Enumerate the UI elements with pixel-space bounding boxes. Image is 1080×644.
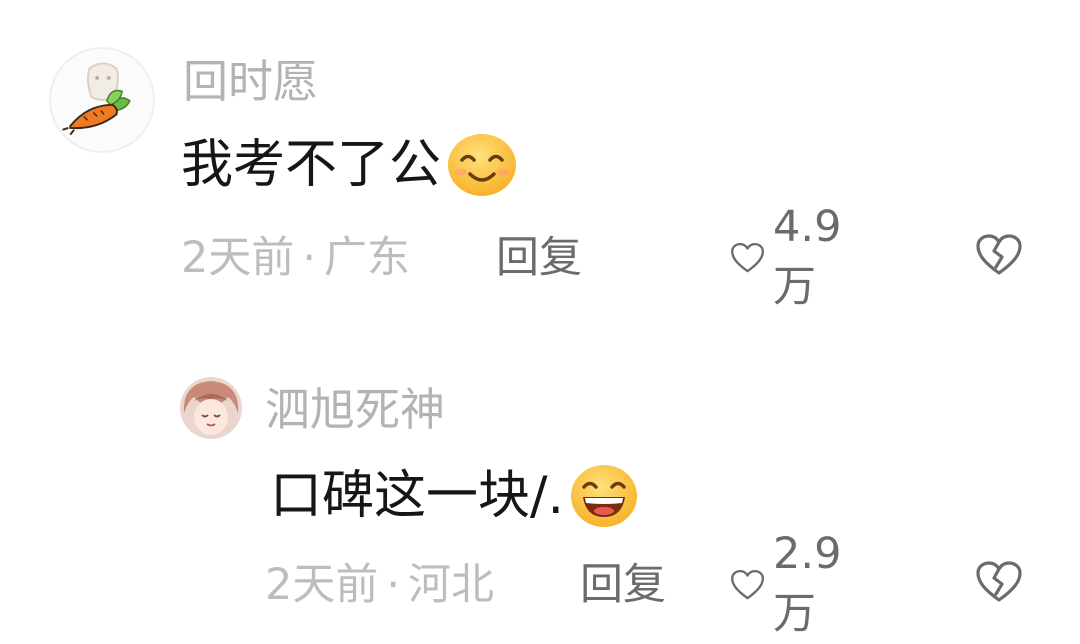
carrot-avatar-image: [51, 49, 153, 151]
timestamp: 2天前: [181, 233, 295, 283]
separator: ·: [386, 560, 401, 610]
timestamp: 2天前: [265, 560, 379, 610]
comment-meta: 2天前 · 广东: [181, 230, 410, 286]
broken-heart-icon: [976, 561, 1022, 602]
avatar[interactable]: [180, 377, 242, 439]
anime-character-avatar-image: [180, 377, 242, 439]
grinning-face-emoji-icon: [568, 463, 640, 529]
broken-heart-icon: [976, 234, 1022, 275]
heart-outline-icon: [731, 242, 765, 273]
comment-meta: 2天前 · 河北: [265, 556, 494, 614]
username[interactable]: 回时愿: [183, 57, 318, 107]
comment-text-content: 我考不了公: [181, 135, 442, 195]
username[interactable]: 泗旭死神: [265, 385, 445, 435]
location: 河北: [408, 560, 495, 610]
comment-text: 口碑这一块/.: [270, 458, 640, 534]
comment-text: 我考不了公: [181, 130, 519, 200]
dislike-button[interactable]: [975, 560, 1023, 604]
smiling-face-emoji-icon: [445, 132, 519, 198]
comment-text-content: 口碑这一块/.: [270, 466, 565, 526]
heart-outline-icon: [731, 569, 765, 600]
avatar[interactable]: [49, 47, 155, 153]
reply-button[interactable]: 回复: [580, 556, 666, 614]
location: 广东: [324, 233, 411, 283]
separator: ·: [302, 233, 317, 283]
like-button[interactable]: 4.9万: [730, 202, 854, 312]
reply-button[interactable]: 回复: [496, 230, 582, 286]
like-button[interactable]: 2.9万: [730, 529, 854, 639]
dislike-button[interactable]: [975, 233, 1023, 277]
like-count: 4.9万: [773, 202, 842, 312]
like-count: 2.9万: [773, 529, 842, 639]
